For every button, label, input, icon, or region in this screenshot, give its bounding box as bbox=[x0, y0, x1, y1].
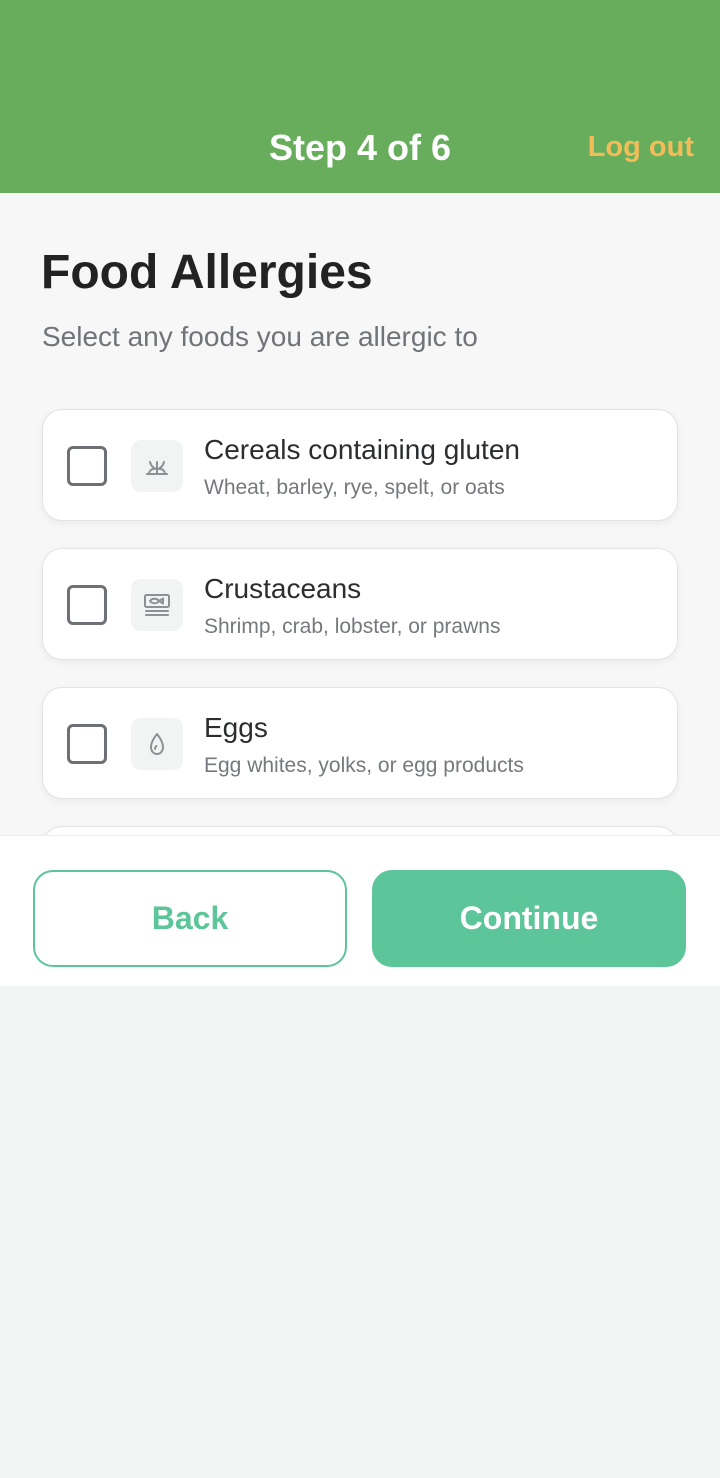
option-cereals-gluten[interactable]: Cereals containing gluten Wheat, barley,… bbox=[42, 409, 678, 521]
egg-icon bbox=[150, 733, 164, 755]
option-icon-box bbox=[131, 718, 183, 770]
page-title: Food Allergies bbox=[41, 246, 373, 299]
option-description: Wheat, barley, rye, spelt, or oats bbox=[204, 476, 505, 499]
checkbox[interactable] bbox=[67, 446, 107, 486]
option-crustaceans[interactable]: Crustaceans Shrimp, crab, lobster, or pr… bbox=[42, 548, 678, 660]
back-button[interactable]: Back bbox=[33, 870, 347, 967]
continue-button[interactable]: Continue bbox=[372, 870, 686, 967]
option-title: Cereals containing gluten bbox=[204, 434, 520, 465]
wheat-icon bbox=[146, 461, 168, 475]
option-next-partial[interactable] bbox=[42, 826, 678, 835]
fish-icon bbox=[144, 594, 170, 616]
option-eggs[interactable]: Eggs Egg whites, yolks, or egg products bbox=[42, 687, 678, 799]
page-subtitle: Select any foods you are allergic to bbox=[42, 321, 478, 352]
option-title: Crustaceans bbox=[204, 573, 362, 604]
logout-link[interactable]: Log out bbox=[588, 128, 694, 166]
checkbox[interactable] bbox=[67, 585, 107, 625]
footer-actions: Back Continue bbox=[0, 835, 720, 986]
option-icon-box bbox=[131, 579, 183, 631]
option-description: Egg whites, yolks, or egg products bbox=[204, 754, 524, 777]
top-header: Step 4 of 6 Log out bbox=[0, 0, 720, 193]
checkbox[interactable] bbox=[67, 724, 107, 764]
option-title: Eggs bbox=[204, 712, 268, 743]
option-icon-box bbox=[131, 440, 183, 492]
option-description: Shrimp, crab, lobster, or prawns bbox=[204, 615, 501, 638]
allergy-form: Food Allergies Select any foods you are … bbox=[0, 193, 720, 835]
